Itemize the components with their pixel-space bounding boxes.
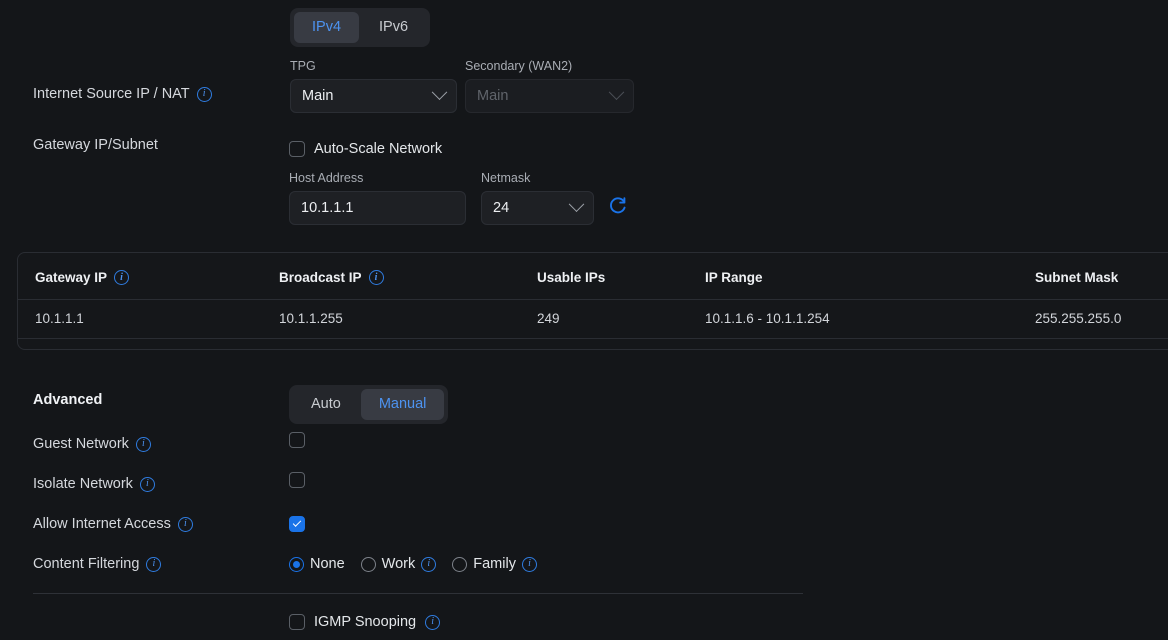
secondary-wan2-select: Main (465, 79, 634, 113)
chevron-down-icon (568, 195, 585, 212)
tpg-label: TPG (290, 59, 316, 73)
column-label: Gateway IP (35, 270, 108, 285)
radio-work-label: Work (381, 556, 416, 572)
info-icon[interactable]: i (177, 516, 193, 532)
column-header-broadcast-ip: Broadcast IP i (279, 253, 537, 300)
allow-internet-access-row-label: Allow Internet Access i (33, 516, 193, 532)
table-header-row: Gateway IP i Broadcast IP i Usable IPs I… (18, 253, 1168, 300)
advanced-section-label: Advanced (33, 392, 102, 408)
netmask-value: 24 (493, 200, 510, 216)
info-icon[interactable]: i (196, 86, 212, 102)
ip-version-segmented-control[interactable]: IPv4 IPv6 (290, 8, 431, 47)
radio-none[interactable] (289, 556, 304, 572)
cell-ip-range: 10.1.1.6 - 10.1.1.254 (705, 299, 1035, 339)
isolate-network-label: Isolate Network (33, 476, 133, 492)
guest-network-checkbox[interactable] (289, 432, 305, 448)
host-address-input[interactable]: 10.1.1.1 (289, 191, 466, 225)
netmask-label: Netmask (481, 171, 531, 185)
gateway-subnet-row-label: Gateway IP/Subnet (33, 137, 158, 153)
chevron-down-icon (608, 83, 625, 100)
radio-none-label: None (310, 556, 345, 572)
radio-family-label: Family (473, 556, 516, 572)
gateway-subnet-label: Gateway IP/Subnet (33, 137, 158, 153)
content-filtering-label: Content Filtering (33, 556, 140, 572)
tpg-field: TPG Main (290, 59, 457, 113)
ip-summary-table: Gateway IP i Broadcast IP i Usable IPs I… (18, 253, 1168, 339)
column-label: Broadcast IP (279, 270, 362, 285)
info-icon[interactable]: i (135, 436, 151, 452)
auto-scale-network-row[interactable]: Auto-Scale Network (289, 141, 442, 157)
column-header-gateway-ip: Gateway IP i (18, 253, 279, 300)
internet-source-label: Internet Source IP / NAT (33, 86, 190, 102)
info-icon[interactable]: i (421, 556, 437, 572)
info-icon[interactable]: i (425, 614, 441, 630)
info-icon[interactable]: i (114, 270, 130, 285)
ip-summary-card: Gateway IP i Broadcast IP i Usable IPs I… (17, 252, 1168, 350)
tab-manual[interactable]: Manual (360, 389, 445, 420)
guest-network-row-label: Guest Network i (33, 436, 151, 452)
cell-broadcast-ip: 10.1.1.255 (279, 299, 537, 339)
allow-internet-access-checkbox[interactable] (289, 516, 305, 532)
internet-source-row-label: Internet Source IP / NAT i (33, 86, 212, 102)
section-divider (33, 593, 803, 594)
secondary-wan2-label: Secondary (WAN2) (465, 59, 573, 73)
refresh-icon[interactable] (608, 195, 628, 215)
network-settings-panel: IPv4 IPv6 Internet Source IP / NAT i TPG… (0, 0, 1168, 640)
guest-network-label: Guest Network (33, 436, 129, 452)
column-header-subnet-mask: Subnet Mask (1035, 253, 1168, 300)
isolate-network-row-label: Isolate Network i (33, 476, 155, 492)
radio-option-work[interactable]: Work i (360, 556, 437, 572)
info-icon[interactable]: i (368, 270, 384, 285)
radio-option-none[interactable]: None (289, 556, 345, 572)
secondary-wan2-field: Secondary (WAN2) Main (465, 59, 634, 113)
host-address-label: Host Address (289, 171, 364, 185)
content-filtering-radio-group[interactable]: None Work i Family i (289, 556, 537, 572)
tpg-select[interactable]: Main (290, 79, 457, 113)
tpg-value: Main (302, 88, 334, 104)
netmask-field: Netmask 24 (481, 171, 594, 225)
column-label: Subnet Mask (1035, 270, 1119, 285)
cell-usable-ips: 249 (537, 299, 705, 339)
info-icon[interactable]: i (146, 556, 162, 572)
allow-internet-access-label: Allow Internet Access (33, 516, 171, 532)
info-icon[interactable]: i (521, 556, 537, 572)
netmask-select[interactable]: 24 (481, 191, 594, 225)
host-address-value: 10.1.1.1 (301, 200, 354, 216)
advanced-mode-segmented-control[interactable]: Auto Manual (289, 385, 449, 424)
content-filtering-row-label: Content Filtering i (33, 556, 162, 572)
isolate-network-checkbox[interactable] (289, 472, 305, 488)
secondary-wan2-value: Main (477, 88, 509, 104)
table-row: 10.1.1.1 10.1.1.255 249 10.1.1.6 - 10.1.… (18, 299, 1168, 339)
igmp-snooping-label: IGMP Snooping (314, 614, 417, 630)
cell-gateway-ip: 10.1.1.1 (18, 299, 279, 339)
host-address-field: Host Address 10.1.1.1 (289, 171, 466, 225)
cell-subnet-mask: 255.255.255.0 (1035, 299, 1168, 339)
igmp-snooping-row[interactable]: IGMP Snooping i (289, 614, 441, 630)
tab-ipv4[interactable]: IPv4 (294, 12, 360, 43)
column-label: Usable IPs (537, 270, 606, 285)
auto-scale-network-checkbox[interactable] (289, 141, 305, 157)
advanced-label: Advanced (33, 392, 103, 408)
radio-option-family[interactable]: Family i (452, 556, 537, 572)
column-label: IP Range (705, 270, 763, 285)
info-icon[interactable]: i (139, 476, 155, 492)
radio-family[interactable] (452, 556, 468, 572)
column-header-ip-range: IP Range (705, 253, 1035, 300)
igmp-snooping-checkbox[interactable] (289, 614, 305, 630)
radio-work[interactable] (360, 556, 376, 572)
chevron-down-icon (431, 83, 448, 100)
tab-ipv6[interactable]: IPv6 (361, 12, 426, 43)
column-header-usable-ips: Usable IPs (537, 253, 705, 300)
tab-auto[interactable]: Auto (293, 389, 359, 420)
auto-scale-network-label: Auto-Scale Network (314, 141, 443, 157)
